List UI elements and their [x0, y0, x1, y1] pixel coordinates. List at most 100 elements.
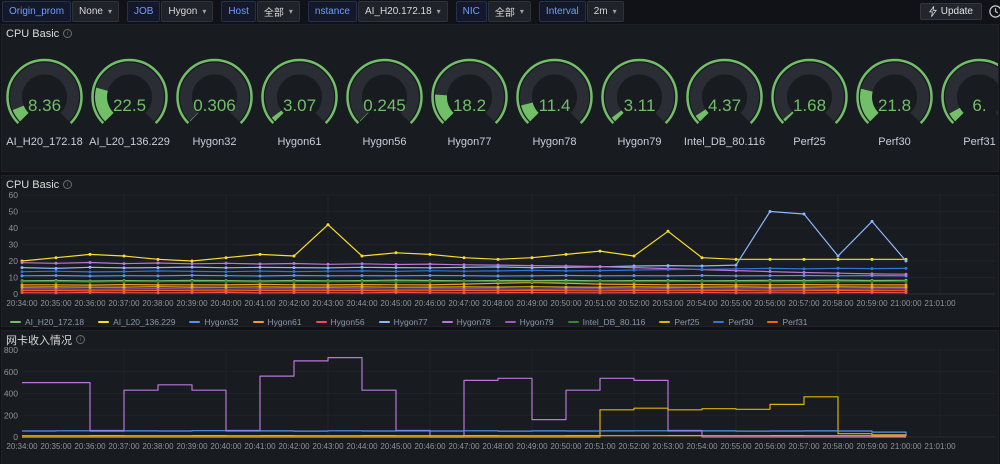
variable-value-dropdown[interactable]: Hygon▾ [161, 1, 213, 22]
svg-text:21:00:00: 21:00:00 [890, 442, 922, 451]
svg-text:4.37: 4.37 [708, 96, 741, 115]
gauge-arc: 8.36 [2, 53, 87, 135]
legend-series-name: AI_H20_172.18 [25, 317, 84, 327]
variable-value-dropdown[interactable]: 全部 ▾ [488, 1, 531, 22]
svg-text:20:36:00: 20:36:00 [74, 442, 106, 451]
chevron-down-icon: ▾ [202, 7, 206, 16]
svg-text:8.36: 8.36 [28, 96, 61, 115]
grafana-dashboard: { "topbar": { "variables": [ { "label": … [0, 0, 1000, 464]
legend-item-hygon78[interactable]: Hygon78 [442, 317, 491, 327]
legend-series-name: Hygon61 [268, 317, 302, 327]
variable-bar: Origin_promNone▾JOBHygon▾Host全部▾nstanceA… [0, 0, 1000, 22]
svg-text:20:40:00: 20:40:00 [210, 299, 242, 308]
legend-series-color-mark [189, 321, 200, 323]
svg-text:20:50:00: 20:50:00 [550, 299, 582, 308]
svg-text:20:46:00: 20:46:00 [414, 299, 446, 308]
svg-text:0: 0 [13, 432, 18, 442]
svg-text:20:40:00: 20:40:00 [210, 442, 242, 451]
panel-network-chart: 网卡收入情况 i 020040060080020:34:0020:35:0020… [1, 330, 999, 464]
legend-series-color-mark [442, 321, 453, 323]
variable-nic: NIC全部▾ [456, 1, 531, 22]
svg-text:10: 10 [9, 273, 19, 283]
svg-text:20:55:00: 20:55:00 [720, 299, 752, 308]
svg-text:20:37:00: 20:37:00 [108, 299, 140, 308]
gauge-label: Hygon56 [362, 136, 406, 148]
gauge-arc: 22.5 [87, 53, 172, 135]
legend-series-color-mark [98, 321, 109, 323]
legend-item-perf30[interactable]: Perf30 [713, 317, 753, 327]
variable-interval: Interval2m▾ [539, 1, 624, 22]
panel-info-icon: i [63, 29, 72, 38]
legend-item-hygon56[interactable]: Hygon56 [316, 317, 365, 327]
chevron-down-icon: ▾ [108, 7, 112, 16]
legend-series-color-mark [659, 321, 670, 323]
svg-text:20:54:00: 20:54:00 [686, 299, 718, 308]
panel-title-cpu-chart[interactable]: CPU Basic i [2, 176, 998, 190]
network-time-series-chart[interactable]: 020040060080020:34:0020:35:0020:36:0020:… [2, 345, 1000, 457]
svg-text:20:49:00: 20:49:00 [516, 299, 548, 308]
svg-text:21:00:00: 21:00:00 [890, 299, 922, 308]
chevron-down-icon: ▾ [520, 7, 524, 16]
variable-value-dropdown[interactable]: 全部▾ [257, 1, 300, 22]
panel-cpu-gauges: CPU Basic i 8.36 AI_H20_172.18 22.5 AI_L20_… [1, 24, 999, 172]
svg-text:22.5: 22.5 [113, 96, 146, 115]
gauge-arc: 1.68 [767, 53, 852, 135]
svg-text:0.245: 0.245 [363, 96, 406, 115]
legend-series-name: Hygon32 [204, 317, 238, 327]
svg-text:20:47:00: 20:47:00 [448, 442, 480, 451]
chevron-down-icon: ▾ [437, 7, 441, 16]
variable-origin-prom: Origin_promNone▾ [2, 1, 119, 22]
svg-text:600: 600 [4, 367, 18, 377]
svg-text:20:34:00: 20:34:00 [6, 299, 38, 308]
legend-item-ai-h20-172-18[interactable]: AI_H20_172.18 [10, 317, 84, 327]
legend-item-hygon32[interactable]: Hygon32 [189, 317, 238, 327]
panel-title-network-chart[interactable]: 网卡收入情况 i [2, 331, 998, 345]
svg-text:20:45:00: 20:45:00 [380, 299, 412, 308]
legend-item-ai-l20-136-229[interactable]: AI_L20_136.229 [98, 317, 175, 327]
gauge-label: AI_H20_172.18 [6, 136, 82, 148]
svg-text:20:56:00: 20:56:00 [754, 442, 786, 451]
gauge-arc: 11.4 [512, 53, 597, 135]
legend-series-color-mark [568, 321, 579, 323]
svg-text:20:38:00: 20:38:00 [142, 299, 174, 308]
legend-series-color-mark [713, 321, 724, 323]
legend-item-perf31[interactable]: Perf31 [767, 317, 807, 327]
legend-item-hygon61[interactable]: Hygon61 [253, 317, 302, 327]
variable-value-dropdown[interactable]: 2m▾ [587, 1, 624, 22]
variable-value-dropdown[interactable]: None▾ [72, 1, 119, 22]
variable-value-text: 全部 [495, 4, 515, 19]
clock-icon[interactable] [988, 4, 1000, 19]
gauge-arc: 18.2 [427, 53, 512, 135]
variable-host: Host全部▾ [221, 1, 300, 22]
variable-value-text: 2m [594, 6, 608, 17]
cpu-time-series-chart[interactable]: 010203040506020:34:0020:35:0020:36:0020:… [2, 190, 1000, 316]
svg-text:20:59:00: 20:59:00 [856, 442, 888, 451]
legend-series-color-mark [316, 321, 327, 323]
gauge-hygon56: 0.245 Hygon56 [342, 53, 427, 148]
svg-text:3.11: 3.11 [624, 96, 656, 115]
svg-text:20:39:00: 20:39:00 [176, 442, 208, 451]
svg-text:20:58:00: 20:58:00 [822, 442, 854, 451]
svg-text:20:41:00: 20:41:00 [244, 299, 276, 308]
legend-series-color-mark [767, 321, 778, 323]
panel-title-cpu-gauges[interactable]: CPU Basic i [2, 25, 998, 39]
update-button-label: Update [941, 6, 973, 17]
variable-job: JOBHygon▾ [127, 1, 213, 22]
gauge-label: AI_L20_136.229 [89, 136, 170, 148]
legend-item-perf25[interactable]: Perf25 [659, 317, 699, 327]
svg-text:20:52:00: 20:52:00 [618, 299, 650, 308]
gauge-label: Hygon32 [192, 136, 236, 148]
svg-text:20:45:00: 20:45:00 [380, 442, 412, 451]
legend-item-hygon79[interactable]: Hygon79 [505, 317, 554, 327]
legend-series-name: Hygon78 [457, 317, 491, 327]
variable-value-dropdown[interactable]: AI_H20.172.18▾ [358, 1, 448, 22]
legend-series-color-mark [505, 321, 516, 323]
legend-series-name: Hygon79 [520, 317, 554, 327]
update-button[interactable]: Update [920, 3, 982, 20]
legend-item-hygon77[interactable]: Hygon77 [379, 317, 428, 327]
variable-label: JOB [127, 1, 160, 22]
svg-text:20:54:00: 20:54:00 [686, 442, 718, 451]
svg-text:3.07: 3.07 [283, 96, 316, 115]
svg-text:0.306: 0.306 [193, 96, 236, 115]
legend-item-intel-db-80-116[interactable]: Intel_DB_80.116 [568, 317, 646, 327]
